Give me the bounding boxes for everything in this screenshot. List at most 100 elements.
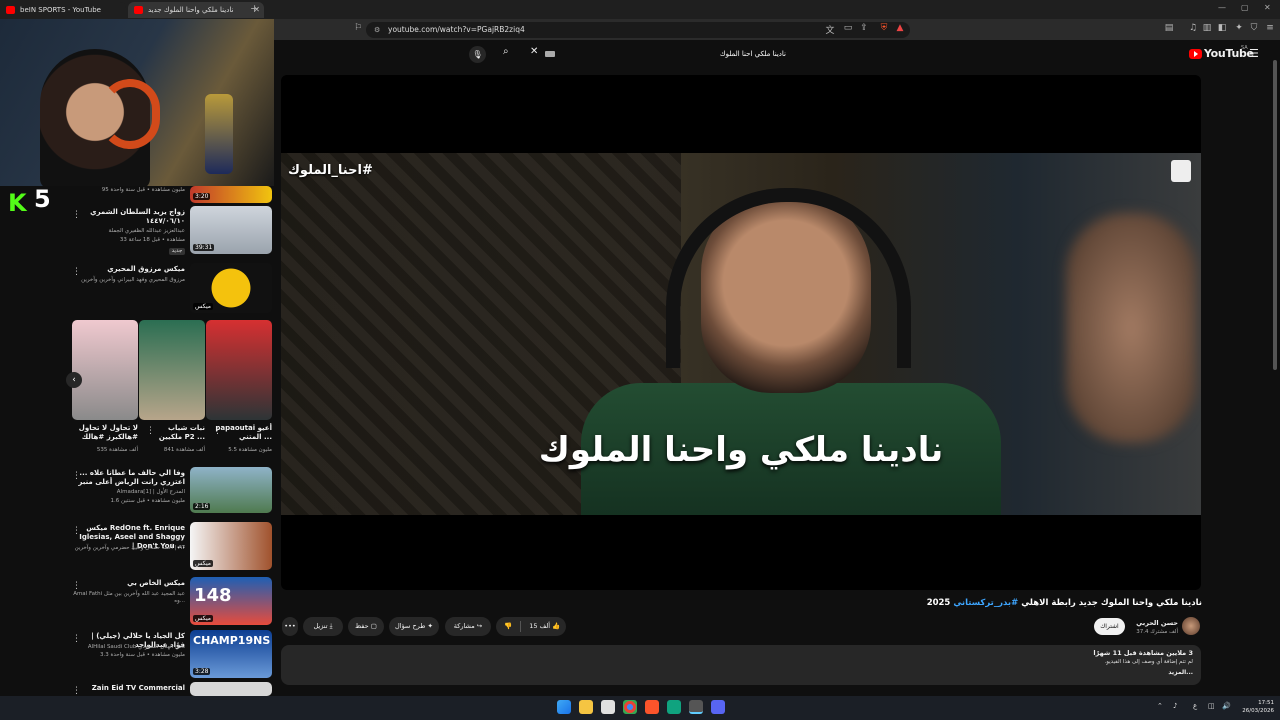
guide-menu-icon[interactable]: ☰ [1249, 47, 1259, 60]
microphone-icon[interactable]: ♪ [1173, 702, 1177, 710]
video-title: نادينا ملكي واحنا الملوك جديد رابطة الاه… [926, 598, 1202, 608]
video-title[interactable]: زواج يزيد السلطان الشمري ١٤٤٧/٠٦/١٠ [75, 208, 185, 226]
app-icon[interactable] [667, 700, 681, 714]
download-button[interactable]: تنزيل ⤓ [303, 617, 343, 636]
channel-name[interactable]: أحمد حمدان وعبيد حضرمي وآخرين وآخرين | A… [65, 545, 185, 552]
channel-name[interactable]: حسن الحربي [1130, 619, 1178, 627]
wallet-icon[interactable]: ⛉ [1248, 23, 1260, 33]
bookmark-icon[interactable]: ⚐ [352, 23, 364, 33]
short-thumbnail[interactable] [206, 320, 272, 420]
menu-icon[interactable]: ≡ [1264, 23, 1276, 33]
video-caption: نادينا ملكي واحنا الملوك [538, 430, 944, 470]
video-thumbnail[interactable] [190, 682, 272, 696]
dislike-icon[interactable]: 👎 [504, 622, 512, 630]
short-title[interactable]: لا تحاول لا تحاول #هالكبرز #هالك [76, 424, 138, 442]
more-actions-button[interactable]: ••• [282, 617, 298, 636]
brave-icon[interactable] [645, 700, 659, 714]
voice-search-icon[interactable]: 🎙 [469, 46, 486, 63]
thumbnail-number: 148 [194, 585, 232, 606]
more-options-icon[interactable]: ⋮ [72, 686, 81, 696]
trophy-shape [205, 94, 233, 174]
subscribe-button[interactable]: اشتراك [1094, 618, 1125, 635]
chrome-icon[interactable] [623, 700, 637, 714]
clear-search-icon[interactable]: ✕ [530, 46, 538, 57]
file-explorer-icon[interactable] [579, 700, 593, 714]
network-icon[interactable]: ◫ [1208, 702, 1215, 710]
language-indicator[interactable]: ع [1193, 702, 1197, 710]
install-app-icon[interactable]: ▭ [842, 23, 854, 33]
show-more-link[interactable]: ...المزيد [1168, 669, 1193, 676]
video-thumbnail[interactable]: CHAMP19NS 3:28 [190, 630, 272, 678]
duration-badge: 39:31 [193, 244, 215, 251]
search-input[interactable] [560, 46, 790, 62]
video-thumbnail[interactable]: ميكس [190, 522, 272, 570]
more-options-icon[interactable]: ⋮ [72, 581, 81, 591]
short-views: 535 ألف مشاهدة [96, 447, 138, 453]
video-title[interactable]: ميكس مرزوق المحيري [75, 265, 185, 274]
clock[interactable]: 17:51 26/03/2026 [1238, 699, 1274, 715]
reading-list-icon[interactable]: ▥ [1201, 23, 1213, 33]
translate-icon[interactable]: 文 [824, 23, 836, 36]
avatar[interactable] [1182, 617, 1200, 635]
video-thumbnail[interactable]: 148 ميكس [190, 577, 272, 625]
duration-badge: 3:20 [193, 193, 211, 200]
scrollbar-thumb[interactable] [1273, 60, 1277, 370]
download-icon: ⤓ [329, 622, 333, 630]
video-title[interactable]: وفا الي حالف ما عطانا علاه ... اعتزري را… [75, 469, 185, 487]
hashtag-link[interactable]: #بدر_تركستاني [953, 598, 1018, 608]
sidebar-toggle-icon[interactable]: ▤ [1163, 23, 1175, 33]
more-options-icon[interactable]: ⋮ [72, 267, 81, 277]
like-count[interactable]: 15 ألف [529, 622, 550, 630]
channel-name[interactable]: مرزوق المحيري وفهد البيراني وآخرين وآخري… [65, 277, 185, 284]
media-icon[interactable]: ♫ [1187, 23, 1199, 33]
extensions-icon[interactable]: ◧ [1216, 23, 1228, 33]
more-options-icon[interactable]: ⋮ [72, 634, 81, 644]
channel-name[interactable]: عبدالعزيز عبدالله الظفيري الجملة [65, 228, 185, 235]
close-window-icon[interactable]: ✕ [1264, 3, 1271, 12]
ask-button[interactable]: طرح سؤال ✦ [389, 617, 439, 636]
more-options-icon[interactable]: ⋮ [72, 210, 81, 220]
obs-icon[interactable] [689, 700, 703, 714]
site-info-icon[interactable]: ⚙ [374, 22, 380, 38]
shelf-prev-button[interactable]: ‹ [66, 372, 82, 388]
rewards-icon[interactable]: ▲ [894, 23, 906, 33]
channel-name[interactable]: AlHilal Saudi Club نادي الهلال السعودي [65, 644, 185, 651]
start-icon[interactable] [557, 700, 571, 714]
leo-icon[interactable]: ✦ [1233, 23, 1245, 33]
video-thumbnail[interactable]: ميكس [190, 263, 272, 313]
video-thumbnail[interactable]: 39:31 [190, 206, 272, 254]
keyboard-icon[interactable] [545, 51, 555, 57]
maximize-icon[interactable]: ▢ [1241, 3, 1249, 12]
minimize-icon[interactable]: — [1218, 3, 1226, 12]
share-page-icon[interactable]: ⇪ [858, 23, 870, 33]
more-options-icon[interactable]: ⋮ [72, 471, 81, 481]
more-options-icon[interactable]: ⋮ [213, 426, 222, 436]
tab-label: نادينا ملكي واحنا الملوك جديد [148, 6, 234, 14]
video-title[interactable]: ميكس الخاص بي [75, 579, 185, 588]
like-icon[interactable]: 👍 [552, 622, 560, 630]
tray-chevron-icon[interactable]: ⌃ [1157, 702, 1163, 710]
short-thumbnail[interactable] [139, 320, 205, 420]
video-title[interactable]: Zain Eid TV Commercial [75, 684, 185, 693]
browser-tab-active[interactable]: نادينا ملكي واحنا الملوك جديد ✕ [128, 2, 264, 18]
description-box[interactable]: 3 ملايين مشاهدة قبل 11 شهرًا لم تتم إضاف… [281, 645, 1201, 685]
browser-tab-bein[interactable]: beIN SPORTS - YouTube [0, 2, 126, 18]
search-icon[interactable]: ⌕ [503, 46, 509, 57]
like-dislike-group: 👎 15 ألف 👍 [496, 617, 566, 636]
short-views: 5.5 مليون مشاهدة [228, 447, 272, 453]
channel-name[interactable]: Amal Fathi عبد المجيد عبد الله وآخرين بي… [65, 591, 185, 605]
more-options-icon[interactable]: ⋮ [72, 526, 81, 536]
save-button[interactable]: حفظ ▢ [348, 617, 384, 636]
new-tab-button[interactable]: + [250, 2, 259, 15]
share-button[interactable]: مشاركة ↪ [445, 617, 491, 636]
channel-name[interactable]: Almadara[1] | المدرج الأول [65, 489, 185, 496]
video-thumbnail[interactable]: 2:16 [190, 467, 272, 513]
short-thumbnail[interactable] [72, 320, 138, 420]
video-thumbnail[interactable]: 3:20 [190, 186, 272, 203]
calculator-icon[interactable] [601, 700, 615, 714]
brave-shield-icon[interactable]: ⛨ [878, 23, 890, 33]
more-options-icon[interactable]: ⋮ [146, 426, 155, 436]
discord-icon[interactable] [711, 700, 725, 714]
video-player[interactable]: #احنا_الملوك نادينا ملكي واحنا الملوك [281, 75, 1201, 590]
volume-icon[interactable]: 🔊 [1222, 702, 1231, 710]
